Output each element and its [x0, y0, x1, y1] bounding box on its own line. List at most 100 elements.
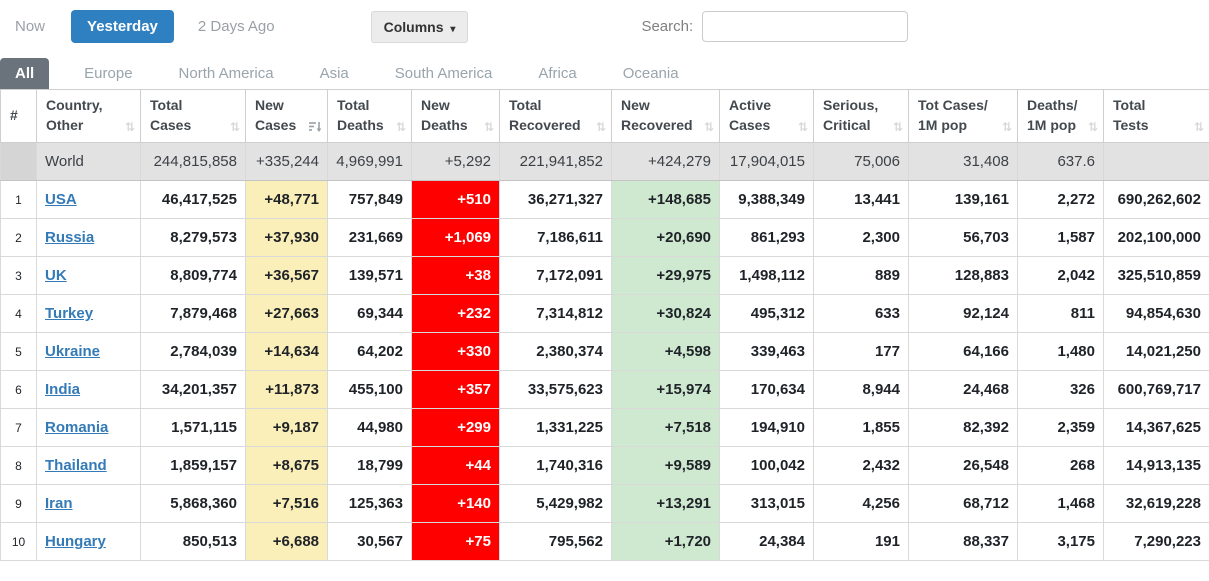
cell-country: World: [36, 142, 141, 181]
column-header-new_recovered[interactable]: New Recovered ⇅: [611, 89, 720, 143]
cell-total-recovered: 7,172,091: [499, 256, 612, 295]
sort-icon: ⇅: [1001, 120, 1012, 134]
column-header-tot_cases_1m[interactable]: Tot Cases/1M pop ⇅: [908, 89, 1018, 143]
column-header-total_deaths[interactable]: Total Deaths ⇅: [327, 89, 412, 143]
tab-north-america[interactable]: North America: [164, 58, 289, 89]
tab-all[interactable]: All: [0, 58, 50, 89]
sort-icon: ⇅: [1193, 120, 1204, 134]
column-header-total_recovered[interactable]: Total Recovered ⇅: [499, 89, 612, 143]
column-label: Total: [337, 97, 370, 114]
column-label: Tot Cases/: [918, 97, 988, 114]
cell-total-tests: 325,510,859: [1103, 256, 1209, 295]
country-link[interactable]: UK: [45, 267, 67, 284]
table-row: 10 Hungary 850,513 +6,688 30,567 +75 795,562 +1…: [0, 522, 1209, 561]
cell-new-recovered: +13,291: [611, 484, 720, 523]
country-link[interactable]: India: [45, 381, 80, 398]
cell-serious-critical: 8,944: [813, 370, 909, 409]
cell-new-deaths: +140: [411, 484, 500, 523]
table-row: 9 Iran 5,868,360 +7,516 125,363 +140 5,429,982…: [0, 484, 1209, 523]
country-link[interactable]: Thailand: [45, 457, 107, 474]
cell-rank: 10: [0, 522, 37, 561]
column-header-serious_critical[interactable]: Serious, Critical ⇅: [813, 89, 909, 143]
cell-total-recovered: 36,271,327: [499, 180, 612, 219]
cell-total-tests: 94,854,630: [1103, 294, 1209, 333]
cell-deaths-1m: 326: [1017, 370, 1104, 409]
country-link[interactable]: Russia: [45, 229, 94, 246]
table-row: 7 Romania 1,571,115 +9,187 44,980 +299 1,331,2…: [0, 408, 1209, 447]
cell-total-tests: 690,262,602: [1103, 180, 1209, 219]
cell-total-recovered: 33,575,623: [499, 370, 612, 409]
cell-rank: [0, 142, 37, 181]
cell-rank: 1: [0, 180, 37, 219]
cell-deaths-1m: 1,480: [1017, 332, 1104, 371]
cell-active-cases: 313,015: [719, 484, 814, 523]
cell-rank: 7: [0, 408, 37, 447]
column-header-total_tests[interactable]: Total Tests ⇅: [1103, 89, 1209, 143]
columns-dropdown-button[interactable]: Columns ▾: [370, 10, 469, 43]
cell-new-deaths: +510: [411, 180, 500, 219]
cell-rank: 3: [0, 256, 37, 295]
cell-total-cases: 8,809,774: [140, 256, 246, 295]
now-button[interactable]: Now: [15, 18, 45, 35]
cell-total-deaths: 64,202: [327, 332, 412, 371]
cell-new-cases: +14,634: [245, 332, 328, 371]
cell-rank: 4: [0, 294, 37, 333]
column-header-country[interactable]: Country, Other ⇅: [36, 89, 141, 143]
country-link[interactable]: Romania: [45, 419, 108, 436]
cell-serious-critical: 13,441: [813, 180, 909, 219]
world-label: World: [45, 153, 84, 170]
cell-country: Hungary: [36, 522, 141, 561]
table-header-row: # Country, Other ⇅ Total Cases ⇅ New Cases Total D…: [0, 89, 1209, 143]
column-label: Serious,: [823, 97, 879, 114]
sort-icon: ⇅: [124, 120, 135, 134]
cell-country: Romania: [36, 408, 141, 447]
column-header-active_cases[interactable]: Active Cases ⇅: [719, 89, 814, 143]
column-header-deaths_1m[interactable]: Deaths/1M pop ⇅: [1017, 89, 1104, 143]
cell-active-cases: 9,388,349: [719, 180, 814, 219]
cell-active-cases: 100,042: [719, 446, 814, 485]
country-link[interactable]: Turkey: [45, 305, 93, 322]
cell-active-cases: 194,910: [719, 408, 814, 447]
cell-deaths-1m: 637.6: [1017, 142, 1104, 181]
tab-south-america[interactable]: South America: [380, 58, 508, 89]
yesterday-button[interactable]: Yesterday: [71, 10, 174, 43]
cell-new-cases: +6,688: [245, 522, 328, 561]
cell-new-recovered: +20,690: [611, 218, 720, 257]
tab-africa[interactable]: Africa: [523, 58, 591, 89]
tab-asia[interactable]: Asia: [305, 58, 364, 89]
column-header-total_cases[interactable]: Total Cases ⇅: [140, 89, 246, 143]
column-header-new_deaths[interactable]: New Deaths ⇅: [411, 89, 500, 143]
cell-new-recovered: +29,975: [611, 256, 720, 295]
cell-total-cases: 1,571,115: [140, 408, 246, 447]
column-label: Total: [150, 97, 183, 114]
cell-total-tests: [1103, 142, 1209, 181]
country-link[interactable]: Hungary: [45, 533, 106, 550]
cell-total-deaths: 125,363: [327, 484, 412, 523]
search-input[interactable]: [702, 11, 909, 42]
cell-total-cases: 34,201,357: [140, 370, 246, 409]
cell-new-cases: +37,930: [245, 218, 328, 257]
cell-active-cases: 1,498,112: [719, 256, 814, 295]
cell-total-tests: 14,367,625: [1103, 408, 1209, 447]
cell-tot-cases-1m: 68,712: [908, 484, 1018, 523]
cell-serious-critical: 191: [813, 522, 909, 561]
cell-rank: 5: [0, 332, 37, 371]
caret-down-icon: ▾: [450, 23, 456, 35]
tab-oceania[interactable]: Oceania: [608, 58, 694, 89]
column-label: 1M pop: [1027, 117, 1076, 133]
cell-total-deaths: 231,669: [327, 218, 412, 257]
country-link[interactable]: USA: [45, 191, 77, 208]
table-row: 5 Ukraine 2,784,039 +14,634 64,202 +330 2,380,…: [0, 332, 1209, 371]
country-link[interactable]: Ukraine: [45, 343, 100, 360]
tab-europe[interactable]: Europe: [69, 58, 147, 89]
cell-tot-cases-1m: 139,161: [908, 180, 1018, 219]
cell-new-recovered: +15,974: [611, 370, 720, 409]
sort-icon: ⇅: [797, 120, 808, 134]
country-link[interactable]: Iran: [45, 495, 73, 512]
cell-total-deaths: 69,344: [327, 294, 412, 333]
column-header-new_cases[interactable]: New Cases: [245, 89, 328, 143]
cell-rank: 9: [0, 484, 37, 523]
cell-serious-critical: 177: [813, 332, 909, 371]
cell-new-deaths: +232: [411, 294, 500, 333]
two-days-ago-button[interactable]: 2 Days Ago: [198, 18, 275, 35]
